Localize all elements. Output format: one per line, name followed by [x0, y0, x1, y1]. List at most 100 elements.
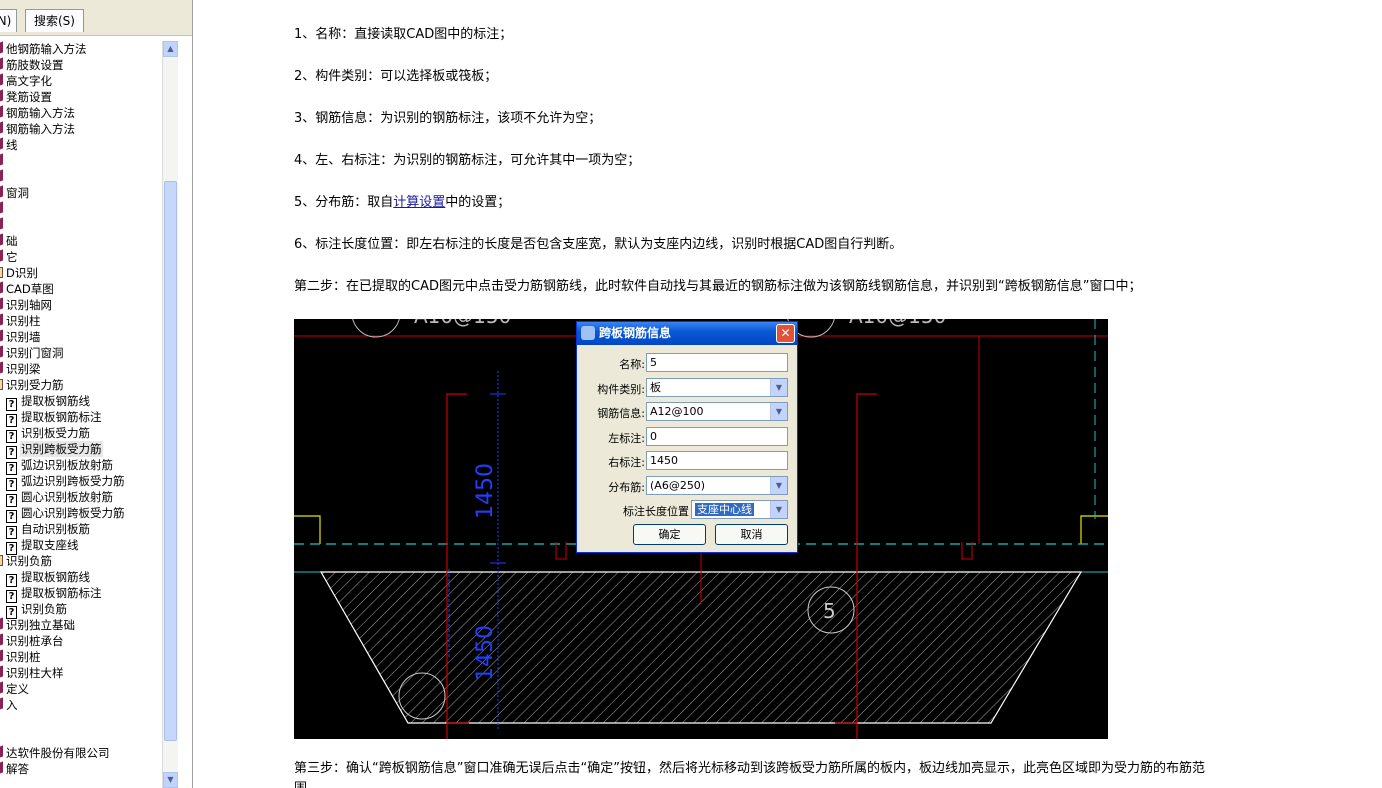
close-icon[interactable]: ✕: [776, 324, 795, 343]
tree-item[interactable]: ? 弧边识别跨板受力筋: [6, 473, 126, 491]
tree-item[interactable]: 识别门窗洞: [0, 345, 65, 361]
tree-item[interactable]: 钢筋输入方法: [0, 121, 76, 137]
tree-item-label: 定义: [6, 682, 29, 696]
tree-item[interactable]: 筋肢数设置: [0, 57, 65, 73]
book-icon: [0, 665, 3, 680]
tree-item[interactable]: ? 自动识别板筋: [6, 521, 91, 539]
distribution-select[interactable]: (A6@250) ▼: [646, 476, 788, 495]
tree-item[interactable]: 定义: [0, 681, 30, 697]
cad-dimension-text-2: 1450: [473, 625, 498, 681]
rebar-select[interactable]: A12@100 ▼: [646, 402, 788, 421]
cancel-button[interactable]: 取消: [715, 524, 788, 545]
book-icon: [0, 169, 3, 184]
name-label: 名称:: [619, 358, 645, 371]
tree-item[interactable]: ? 弧边识别板放射筋: [6, 457, 114, 475]
tree-item-label: 它: [6, 250, 18, 264]
chevron-down-icon[interactable]: ▼: [770, 477, 787, 494]
dialog-title: 跨板钢筋信息: [599, 326, 672, 340]
tree-item[interactable]: 识别负筋: [0, 553, 53, 569]
tree-item[interactable]: 础: [0, 233, 19, 249]
calc-settings-link[interactable]: 计算设置: [393, 195, 445, 210]
chevron-down-icon[interactable]: ▼: [770, 403, 787, 420]
tree-item[interactable]: 凳筋设置: [0, 89, 53, 105]
tree-item[interactable]: ? 提取支座线: [6, 537, 80, 555]
tree-item[interactable]: 识别轴网: [0, 297, 53, 313]
book-icon: [0, 201, 3, 216]
tree-item-label: 达软件股份有限公司: [6, 746, 110, 760]
scroll-down-button[interactable]: ▼: [163, 772, 178, 788]
book-icon: [0, 153, 3, 168]
tree-item[interactable]: [0, 201, 7, 217]
length-position-row: 标注长度位置 支座中心线 ▼: [577, 500, 797, 520]
book-icon: [0, 313, 3, 328]
scroll-thumb[interactable]: [164, 181, 177, 741]
tree-item[interactable]: 达软件股份有限公司: [0, 745, 111, 761]
book-icon: [0, 73, 3, 88]
name-input[interactable]: 5: [646, 353, 788, 372]
book-icon: [0, 121, 3, 136]
name-row: 名称: 5: [577, 353, 797, 373]
book-icon: [0, 41, 3, 56]
open-book-icon: [0, 379, 3, 390]
right-mark-input[interactable]: 1450: [646, 451, 788, 470]
tree-item[interactable]: ? 提取板钢筋线: [6, 393, 91, 411]
tree-item[interactable]: 识别受力筋: [0, 377, 65, 393]
item-rebar: 3、钢筋信息：为识别的钢筋标注，该项不允许为空；: [294, 111, 602, 126]
tree-item[interactable]: 识别独立基础: [0, 617, 76, 633]
tab-index[interactable]: N): [0, 9, 17, 32]
tree-item[interactable]: 窗洞: [0, 185, 30, 201]
tree-item-label: 圆心识别板放射筋: [21, 490, 113, 504]
tree-item[interactable]: 识别柱: [0, 313, 42, 329]
dialog-app-icon: [581, 326, 595, 340]
tree-item-label: 提取支座线: [21, 538, 79, 552]
book-icon: [0, 697, 3, 712]
chevron-down-icon[interactable]: ▼: [770, 379, 787, 396]
tree-item[interactable]: ? 提取板钢筋线: [6, 569, 91, 587]
tree-item[interactable]: ? 识别跨板受力筋: [6, 441, 103, 459]
tree-item[interactable]: ? 圆心识别跨板受力筋: [6, 505, 126, 523]
tree-item-label: 识别柱大样: [6, 666, 64, 680]
tree-item[interactable]: 识别柱大样: [0, 665, 65, 681]
chevron-down-icon[interactable]: ▼: [770, 501, 787, 518]
scroll-up-button[interactable]: ▲: [163, 41, 178, 57]
tree-scrollbar[interactable]: ▲ ▼: [162, 41, 178, 788]
tree-item[interactable]: 入: [0, 697, 19, 713]
left-mark-row: 左标注: 0: [577, 427, 797, 447]
item-distribution: 5、分布筋：取自计算设置中的设置；: [294, 195, 510, 211]
tree-item[interactable]: 识别桩承台: [0, 633, 65, 649]
tree-item[interactable]: ? 识别板受力筋: [6, 425, 91, 443]
ok-button[interactable]: 确定: [633, 524, 706, 545]
tree-item[interactable]: ? 提取板钢筋标注: [6, 585, 103, 603]
tab-search[interactable]: 搜索(S): [25, 9, 84, 32]
cad-label-topleft: A10@150: [414, 319, 511, 328]
book-icon: [0, 105, 3, 120]
tree-item[interactable]: 高文字化: [0, 73, 53, 89]
tree-item[interactable]: 钢筋输入方法: [0, 105, 76, 121]
tree-item[interactable]: 识别梁: [0, 361, 42, 377]
tree-item[interactable]: [0, 217, 7, 233]
tree-item[interactable]: 他钢筋输入方法: [0, 41, 88, 57]
tree-item[interactable]: ? 识别负筋: [6, 601, 68, 619]
tree-item-label: 识别轴网: [6, 298, 52, 312]
tree-item[interactable]: D识别: [0, 265, 39, 281]
tree-item-label: 窗洞: [6, 186, 29, 200]
tree-item[interactable]: [0, 169, 7, 185]
tree-item[interactable]: 它: [0, 249, 19, 265]
tree-item[interactable]: ? 提取板钢筋标注: [6, 409, 103, 427]
tree-item[interactable]: [0, 153, 7, 169]
tree-item[interactable]: 识别墙: [0, 329, 42, 345]
dialog-title-bar[interactable]: 跨板钢筋信息 ✕: [577, 322, 797, 345]
right-mark-label: 右标注:: [608, 456, 645, 469]
tree-item-label: D识别: [6, 266, 38, 280]
cad-label-topright: A10@150: [849, 319, 946, 328]
tree-item[interactable]: CAD草图: [0, 281, 55, 297]
left-mark-input[interactable]: 0: [646, 427, 788, 446]
tree-item[interactable]: ? 圆心识别板放射筋: [6, 489, 114, 507]
length-position-select[interactable]: 支座中心线 ▼: [691, 500, 788, 519]
tree-item-label: 识别受力筋: [6, 378, 64, 392]
tree-item-label: 识别跨板受力筋: [20, 441, 103, 457]
tree-item[interactable]: 识别桩: [0, 649, 42, 665]
tree-item[interactable]: 解答: [0, 761, 30, 777]
type-select[interactable]: 板 ▼: [646, 378, 788, 397]
tree-item[interactable]: 线: [0, 137, 19, 153]
